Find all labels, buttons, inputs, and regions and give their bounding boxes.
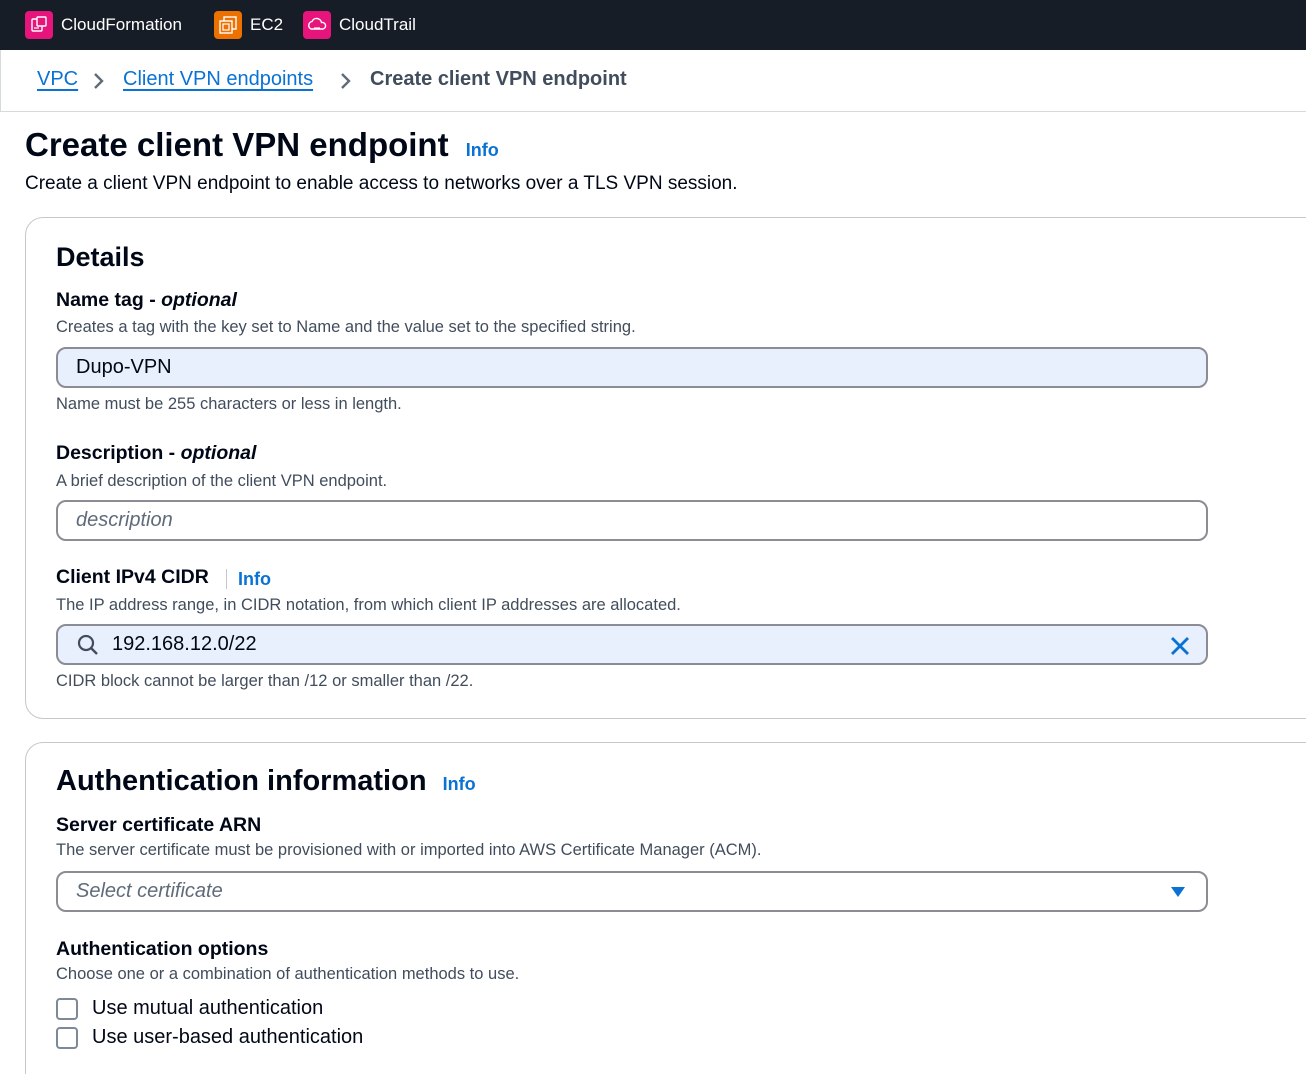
search-icon xyxy=(77,634,98,655)
client-cidr-help: The IP address range, in CIDR notation, … xyxy=(56,596,681,614)
cloudtrail-icon xyxy=(303,11,331,39)
chevron-right-icon xyxy=(341,73,351,89)
name-tag-value: Dupo-VPN xyxy=(76,356,172,378)
mutual-authentication-checkbox[interactable] xyxy=(56,997,78,1020)
authentication-options-label: Authentication options xyxy=(56,938,269,960)
description-input[interactable]: description xyxy=(56,500,1208,541)
service-label-cloudtrail: CloudTrail xyxy=(339,15,416,34)
service-shortcut-ec2[interactable]: EC2 xyxy=(214,10,283,40)
service-shortcut-cloudtrail[interactable]: CloudTrail xyxy=(303,10,416,40)
description-label-text: Description - xyxy=(56,442,181,464)
user-based-authentication-option[interactable]: Use user-based authentication xyxy=(56,1026,363,1049)
header-info-link[interactable]: Info xyxy=(466,140,499,160)
cidr-info-link[interactable]: Info xyxy=(238,569,271,590)
name-tag-label: Name tag - optional xyxy=(56,289,237,312)
chevron-right-icon xyxy=(94,73,104,89)
label-divider xyxy=(226,569,227,589)
breadcrumb-vpc[interactable]: VPC xyxy=(37,68,78,91)
breadcrumb: VPC Client VPN endpoints Create client V… xyxy=(0,50,1306,112)
optional-tag: optional xyxy=(180,442,257,464)
user-based-authentication-checkbox[interactable] xyxy=(56,1026,78,1049)
description-label: Description - optional xyxy=(56,442,256,465)
name-tag-input[interactable]: Dupo-VPN xyxy=(56,347,1208,388)
description-help: A brief description of the client VPN en… xyxy=(56,472,388,490)
caret-down-icon xyxy=(1171,887,1185,897)
server-certificate-select[interactable]: Select certificate xyxy=(56,871,1208,912)
clear-icon[interactable] xyxy=(1169,635,1191,657)
server-certificate-help: The server certificate must be provision… xyxy=(56,841,762,859)
breadcrumb-client-vpn-endpoints[interactable]: Client VPN endpoints xyxy=(123,68,313,91)
service-label-ec2: EC2 xyxy=(250,15,284,34)
cloudformation-icon xyxy=(25,11,53,39)
service-label-cloudformation: CloudFormation xyxy=(61,15,182,34)
authentication-options-help: Choose one or a combination of authentic… xyxy=(56,965,520,983)
page-description: Create a client VPN endpoint to enable a… xyxy=(25,173,738,194)
client-cidr-input[interactable]: 192.168.12.0/22 xyxy=(56,624,1208,665)
authentication-heading: Authentication information Info xyxy=(56,765,476,798)
description-placeholder: description xyxy=(76,509,173,531)
mutual-authentication-label: Use mutual authentication xyxy=(92,997,324,1019)
client-cidr-constraint: CIDR block cannot be larger than /12 or … xyxy=(56,672,474,690)
server-certificate-label: Server certificate ARN xyxy=(56,814,262,836)
server-certificate-placeholder: Select certificate xyxy=(76,880,223,902)
ec2-icon xyxy=(214,11,242,39)
mutual-authentication-option[interactable]: Use mutual authentication xyxy=(56,997,323,1020)
details-heading: Details xyxy=(56,242,145,272)
authentication-info-link[interactable]: Info xyxy=(443,774,476,794)
top-navigation-bar: CloudFormation EC2 CloudTrail xyxy=(0,0,1306,50)
authentication-panel: Authentication information Info Server c… xyxy=(25,742,1306,1074)
name-tag-label-text: Name tag - xyxy=(56,289,162,311)
breadcrumb-current-page: Create client VPN endpoint xyxy=(370,68,627,90)
name-tag-help: Creates a tag with the key set to Name a… xyxy=(56,318,636,336)
optional-tag: optional xyxy=(161,289,237,311)
authentication-heading-text: Authentication information xyxy=(56,765,427,797)
user-based-authentication-label: Use user-based authentication xyxy=(92,1026,364,1048)
page-title: Create client VPN endpoint Info xyxy=(25,126,499,164)
page-title-text: Create client VPN endpoint xyxy=(25,126,449,163)
name-tag-constraint: Name must be 255 characters or less in l… xyxy=(56,395,402,413)
client-cidr-label: Client IPv4 CIDR xyxy=(56,566,209,588)
service-shortcut-cloudformation[interactable]: CloudFormation xyxy=(25,10,182,40)
details-panel: Details Name tag - optional Creates a ta… xyxy=(25,217,1306,719)
client-cidr-value: 192.168.12.0/22 xyxy=(112,633,257,655)
